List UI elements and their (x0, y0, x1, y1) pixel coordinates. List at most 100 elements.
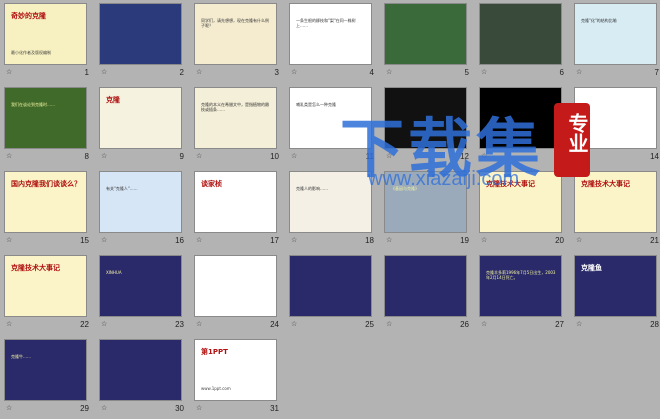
slide-thumbnail-13[interactable]: ☆ 13 (477, 85, 571, 167)
slide-thumbnail-11[interactable]: 哺乳类是怎么一种克隆 ☆ 11 (287, 85, 381, 167)
slide-preview: XINHUA (99, 255, 182, 317)
slide-transition-icon: ☆ (576, 320, 583, 328)
slide-thumbnail-21[interactable]: 克隆技术大事记 ☆ 21 (572, 169, 660, 251)
slide-thumbnail-23[interactable]: XINHUA ☆ 23 (97, 253, 191, 335)
slide-transition-icon: ☆ (481, 320, 488, 328)
slide-title: 克隆 (106, 96, 120, 104)
slide-number: 1 (84, 68, 89, 77)
slide-thumbnail-25[interactable]: ☆ 25 (287, 253, 381, 335)
slide-body-text: 一条生根的柳枝和"梨"在同一株树上…… (296, 18, 356, 28)
slide-preview (384, 87, 467, 149)
slide-thumbnail-20[interactable]: 克隆技术大事记 ☆ 20 (477, 169, 571, 251)
slide-title: 第1PPT (201, 348, 228, 356)
slide-title: 国内克隆我们谈谈么？ (11, 180, 81, 188)
slide-transition-icon: ☆ (481, 236, 488, 244)
slide-preview: 克隆羊多莉1996年7月5日出生，2003年2月14日死亡。 (479, 255, 562, 317)
slide-preview: 谈家桢 (194, 171, 277, 233)
slide-number: 20 (555, 236, 564, 245)
slide-subtitle: 最小化作者及版权编制 (11, 50, 51, 55)
slide-number: 13 (555, 152, 564, 161)
slide-preview: 克隆技术大事记 (479, 171, 562, 233)
slide-number: 8 (84, 152, 89, 161)
slide-body-text: 克隆羊多莉1996年7月5日出生，2003年2月14日死亡。 (486, 270, 556, 280)
slide-thumbnail-26[interactable]: ☆ 26 (382, 253, 476, 335)
slide-thumbnail-4[interactable]: 一条生根的柳枝和"梨"在同一株树上…… ☆ 4 (287, 1, 381, 83)
slide-thumbnail-27[interactable]: 克隆羊多莉1996年7月5日出生，2003年2月14日死亡。 ☆ 27 (477, 253, 571, 335)
slide-preview: 克隆牛…… (4, 339, 87, 401)
slide-title: 克隆技术大事记 (581, 180, 630, 188)
slide-number: 19 (460, 236, 469, 245)
slide-subtitle: www.1ppt.com (201, 386, 231, 391)
slide-title: 克隆技术大事记 (486, 180, 535, 188)
slide-number: 26 (460, 320, 469, 329)
slide-number: 12 (460, 152, 469, 161)
slide-transition-icon: ☆ (6, 236, 13, 244)
slide-transition-icon: ☆ (576, 68, 583, 76)
slide-thumbnail-15[interactable]: 国内克隆我们谈谈么？ ☆ 15 (2, 169, 96, 251)
slide-transition-icon: ☆ (576, 236, 583, 244)
slide-thumbnail-3[interactable]: 同学们，请先想想，现在克隆有什么例子呢？ ☆ 3 (192, 1, 286, 83)
slide-number: 18 (365, 236, 374, 245)
slide-thumbnail-30[interactable]: ☆ 30 (97, 337, 191, 419)
slide-thumbnail-12[interactable]: ☆ 12 (382, 85, 476, 167)
slide-body-text: 克隆牛…… (11, 354, 31, 359)
slide-transition-icon: ☆ (6, 152, 13, 160)
slide-number: 2 (179, 68, 184, 77)
slide-title: 奇妙的克隆 (11, 12, 46, 20)
slide-number: 27 (555, 320, 564, 329)
slide-transition-icon: ☆ (196, 68, 203, 76)
slide-thumbnail-1[interactable]: 奇妙的克隆 最小化作者及版权编制 ☆ 1 (2, 1, 96, 83)
slide-preview (99, 3, 182, 65)
slide-transition-icon: ☆ (196, 320, 203, 328)
slide-thumbnail-10[interactable]: 克隆的本义在希腊文中，是指植物的嫩枝或插条…… ☆ 10 (192, 85, 286, 167)
slide-number: 28 (650, 320, 659, 329)
slide-transition-icon: ☆ (101, 320, 108, 328)
slide-preview (384, 255, 467, 317)
slide-thumbnail-16[interactable]: 有关"克隆人"…… ☆ 16 (97, 169, 191, 251)
slide-thumbnail-8[interactable]: 我们在谈论到克隆时…… ☆ 8 (2, 85, 96, 167)
slide-transition-icon: ☆ (291, 320, 298, 328)
slide-transition-icon: ☆ (576, 152, 583, 160)
slide-thumbnail-29[interactable]: 克隆牛…… ☆ 29 (2, 337, 96, 419)
slide-preview: 哺乳类是怎么一种克隆 (289, 87, 372, 149)
slide-thumbnail-9[interactable]: 克隆 ☆ 9 (97, 85, 191, 167)
slide-transition-icon: ☆ (481, 68, 488, 76)
slide-thumbnail-6[interactable]: ☆ 6 (477, 1, 571, 83)
slide-number: 25 (365, 320, 374, 329)
slide-preview: 克隆技术大事记 (574, 171, 657, 233)
slide-preview: 克隆鱼 (574, 255, 657, 317)
slide-number: 29 (80, 404, 89, 413)
slide-body-text: 我们在谈论到克隆时…… (11, 102, 55, 107)
slide-thumbnail-24[interactable]: ☆ 24 (192, 253, 286, 335)
slide-number: 16 (175, 236, 184, 245)
slide-thumbnail-5[interactable]: ☆ 5 (382, 1, 476, 83)
slide-number: 4 (369, 68, 374, 77)
slide-thumbnail-7[interactable]: 克隆"化"的结构比喻 ☆ 7 (572, 1, 660, 83)
slide-number: 17 (270, 236, 279, 245)
slide-thumbnail-17[interactable]: 谈家桢 ☆ 17 (192, 169, 286, 251)
slide-transition-icon: ☆ (196, 404, 203, 412)
slide-transition-icon: ☆ (291, 152, 298, 160)
slide-preview (289, 255, 372, 317)
slide-thumbnail-18[interactable]: 克隆人的影响…… ☆ 18 (287, 169, 381, 251)
slide-thumbnail-28[interactable]: 克隆鱼 ☆ 28 (572, 253, 660, 335)
slide-transition-icon: ☆ (6, 404, 13, 412)
slide-number: 9 (179, 152, 184, 161)
slide-thumbnail-2[interactable]: ☆ 2 (97, 1, 191, 83)
slide-thumbnail-14[interactable]: ☆ 14 (572, 85, 660, 167)
slide-preview (479, 87, 562, 149)
slide-body-text: 有关"克隆人"…… (106, 186, 138, 191)
slide-transition-icon: ☆ (196, 152, 203, 160)
slide-preview (384, 3, 467, 65)
slide-thumbnail-22[interactable]: 克隆技术大事记 ☆ 22 (2, 253, 96, 335)
slide-preview: 我们在谈论到克隆时…… (4, 87, 87, 149)
slide-thumbnail-31[interactable]: 第1PPT www.1ppt.com ☆ 31 (192, 337, 286, 419)
slide-number: 10 (270, 152, 279, 161)
slide-number: 3 (274, 68, 279, 77)
slide-body-text: 克隆人的影响…… (296, 186, 328, 191)
slide-thumbnail-19[interactable]: 《基因与克隆》 ☆ 19 (382, 169, 476, 251)
slide-number: 7 (654, 68, 659, 77)
slide-preview: 克隆的本义在希腊文中，是指植物的嫩枝或插条…… (194, 87, 277, 149)
slide-number: 31 (270, 404, 279, 413)
slide-transition-icon: ☆ (481, 152, 488, 160)
